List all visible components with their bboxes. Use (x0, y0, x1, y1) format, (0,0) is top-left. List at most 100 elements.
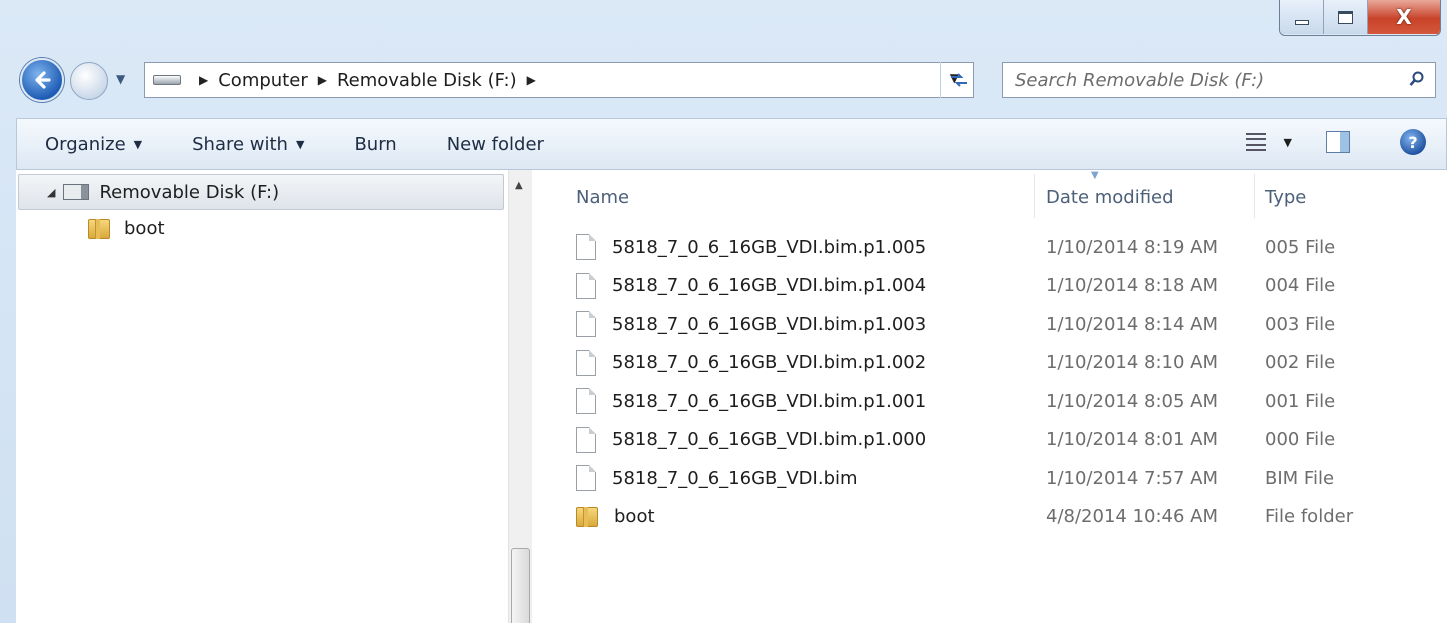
table-row[interactable]: 5818_7_0_6_16GB_VDI.bim.p1.003 1/10/2014 … (556, 305, 1447, 343)
file-name-cell[interactable]: 5818_7_0_6_16GB_VDI.bim (576, 465, 858, 491)
file-icon (576, 426, 596, 453)
refresh-icon (950, 73, 967, 87)
forward-button[interactable] (70, 62, 108, 100)
scroll-up-arrow-icon[interactable]: ▲ (515, 180, 523, 191)
file-icon (576, 349, 596, 376)
chevron-down-icon: ▼ (295, 137, 305, 151)
column-header-type[interactable]: Type (1265, 182, 1306, 212)
file-name-label: 5818_7_0_6_16GB_VDI.bim.p1.002 (612, 352, 927, 373)
tree-item-label: boot (124, 218, 165, 239)
drive-icon (153, 75, 181, 85)
share-with-button[interactable]: Share with ▼ (184, 134, 312, 155)
date-modified-cell: 1/10/2014 8:14 AM (1046, 313, 1219, 335)
expand-arrow-icon[interactable]: ◢ (47, 186, 55, 199)
table-row[interactable]: 5818_7_0_6_16GB_VDI.bim.p1.004 1/10/2014 … (556, 267, 1447, 305)
preview-pane-icon[interactable] (1326, 131, 1350, 153)
tree-item-boot[interactable]: boot (88, 218, 165, 239)
file-icon (576, 311, 596, 337)
new-folder-button[interactable]: New folder (439, 134, 552, 155)
type-cell: 002 File (1265, 352, 1336, 373)
type-cell: BIM File (1265, 467, 1335, 489)
views-icon[interactable] (1245, 133, 1266, 151)
table-row[interactable]: 5818_7_0_6_16GB_VDI.bim.p1.000 1/10/2014 … (556, 421, 1447, 459)
command-bar: Organize ▼ Share with ▼ Burn New folder ▼ … (16, 118, 1447, 170)
type-cell: 003 File (1265, 313, 1336, 335)
search-icon[interactable] (1409, 71, 1425, 87)
back-arrow-icon (35, 71, 51, 89)
minimize-icon (1294, 19, 1309, 25)
column-header-name[interactable]: Name (576, 182, 629, 212)
views-chevron-down-icon[interactable]: ▼ (1284, 136, 1292, 149)
breadcrumb-chevron-icon[interactable]: ▶ (199, 73, 208, 87)
window-controls: X (1279, 0, 1441, 36)
refresh-button[interactable] (940, 62, 976, 98)
organize-label: Organize (45, 133, 126, 155)
file-name-label: 5818_7_0_6_16GB_VDI.bim.p1.000 (612, 429, 927, 450)
explorer-window: X ▼ ▶ Computer ▶ Removable Disk (F:) ▶ ▼… (0, 0, 1447, 623)
file-name-label: 5818_7_0_6_16GB_VDI.bim.p1.001 (612, 390, 927, 412)
date-modified-cell: 4/8/2014 10:46 AM (1046, 506, 1219, 527)
file-name-cell[interactable]: 5818_7_0_6_16GB_VDI.bim.p1.005 (576, 234, 926, 260)
navigation-pane: ◢ Removable Disk (F:) boot (16, 170, 506, 623)
toolbar-right: ▼ ? (1245, 129, 1426, 155)
burn-button[interactable]: Burn (346, 134, 404, 155)
search-box[interactable]: Search Removable Disk (F:) (1002, 62, 1436, 98)
date-modified-cell: 1/10/2014 8:10 AM (1046, 352, 1219, 373)
address-bar[interactable]: ▶ Computer ▶ Removable Disk (F:) ▶ ▼ (144, 62, 974, 98)
column-header-date[interactable]: Date modified (1046, 182, 1174, 212)
close-button[interactable]: X (1368, 0, 1440, 34)
scrollbar-thumb[interactable] (511, 548, 530, 623)
file-name-cell[interactable]: 5818_7_0_6_16GB_VDI.bim.p1.000 (576, 426, 927, 453)
close-icon: X (1396, 5, 1412, 29)
date-modified-cell: 1/10/2014 8:05 AM (1046, 390, 1219, 412)
file-icon (576, 388, 596, 414)
table-row[interactable]: 5818_7_0_6_16GB_VDI.bim 1/10/2014 7:57 AM… (556, 459, 1447, 497)
tree-item-removable-disk[interactable]: ◢ Removable Disk (F:) (18, 174, 504, 210)
table-row[interactable]: boot 4/8/2014 10:46 AM File folder (556, 498, 1447, 536)
date-modified-cell: 1/10/2014 8:18 AM (1046, 275, 1219, 296)
new-folder-label: New folder (446, 133, 544, 155)
help-icon[interactable]: ? (1400, 129, 1426, 155)
tree-item-label: Removable Disk (F:) (99, 181, 280, 203)
file-name-label: 5818_7_0_6_16GB_VDI.bim.p1.005 (612, 236, 927, 258)
table-row[interactable]: 5818_7_0_6_16GB_VDI.bim.p1.005 1/10/2014 … (556, 228, 1447, 266)
nav-scrollbar[interactable]: ▲ (508, 170, 532, 623)
type-cell: 000 File (1265, 429, 1336, 450)
file-icon (576, 465, 596, 491)
date-modified-cell: 1/10/2014 8:19 AM (1046, 236, 1219, 258)
organize-button[interactable]: Organize ▼ (37, 134, 150, 155)
table-row[interactable]: 5818_7_0_6_16GB_VDI.bim.p1.001 1/10/2014 … (556, 382, 1447, 420)
file-name-cell[interactable]: 5818_7_0_6_16GB_VDI.bim.p1.003 (576, 311, 926, 337)
file-name-label: boot (614, 506, 655, 527)
type-cell: 005 File (1265, 236, 1336, 258)
type-cell: 004 File (1265, 275, 1336, 296)
column-divider[interactable] (1254, 174, 1255, 218)
file-icon (576, 234, 596, 260)
breadcrumb-chevron-icon[interactable]: ▶ (527, 73, 536, 87)
breadcrumb-computer[interactable]: Computer (218, 70, 307, 91)
maximize-button[interactable] (1324, 0, 1368, 34)
file-name-cell[interactable]: 5818_7_0_6_16GB_VDI.bim.p1.001 (576, 388, 926, 414)
folder-icon (576, 506, 598, 527)
burn-label: Burn (354, 133, 397, 155)
breadcrumb-removable-disk[interactable]: Removable Disk (F:) (337, 70, 517, 91)
search-placeholder[interactable]: Search Removable Disk (F:) (1015, 70, 1264, 91)
back-button[interactable] (20, 58, 64, 102)
breadcrumb-chevron-icon[interactable]: ▶ (318, 73, 327, 87)
share-with-label: Share with (192, 133, 288, 155)
sort-indicator-icon: ▼ (1091, 170, 1099, 181)
maximize-icon (1338, 10, 1353, 24)
folder-icon (88, 218, 110, 239)
content-area: ◢ Removable Disk (F:) boot ▲ ▼ Name Date… (16, 170, 1447, 623)
column-divider[interactable] (1034, 174, 1035, 218)
table-row[interactable]: 5818_7_0_6_16GB_VDI.bim.p1.002 1/10/2014 … (556, 344, 1447, 382)
recent-pages-chevron-icon[interactable]: ▼ (116, 72, 125, 86)
file-name-cell[interactable]: boot (576, 506, 655, 527)
date-modified-cell: 1/10/2014 7:57 AM (1046, 467, 1219, 489)
file-name-label: 5818_7_0_6_16GB_VDI.bim.p1.003 (612, 313, 927, 335)
file-name-cell[interactable]: 5818_7_0_6_16GB_VDI.bim.p1.004 (576, 272, 926, 299)
usb-drive-icon (63, 184, 90, 200)
file-name-cell[interactable]: 5818_7_0_6_16GB_VDI.bim.p1.002 (576, 349, 927, 376)
minimize-button[interactable] (1280, 0, 1324, 34)
type-cell: File folder (1265, 506, 1354, 527)
